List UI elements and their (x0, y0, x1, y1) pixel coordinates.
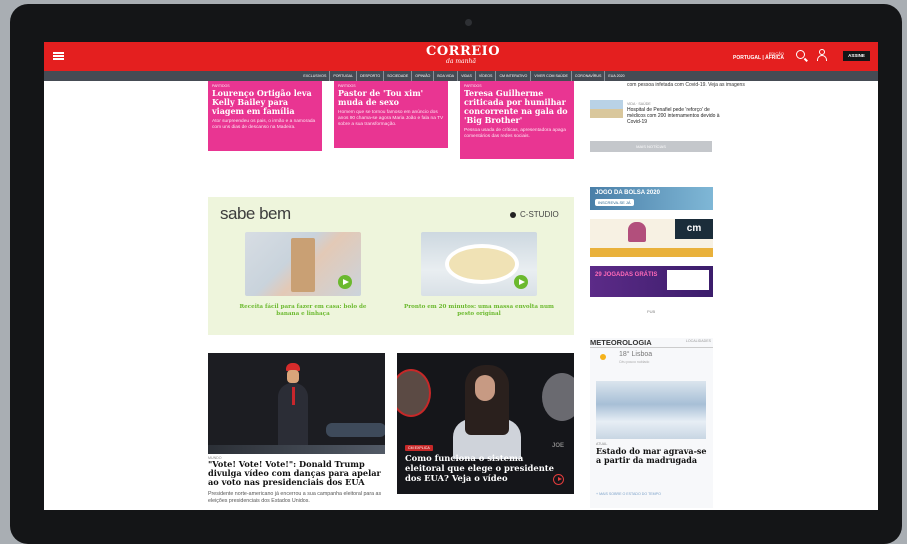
edition-value: PORTUGAL | ÁFRICA (733, 55, 785, 61)
card-kicker: PARTIDOS (212, 84, 230, 88)
ad-box (667, 270, 709, 290)
news-lead: Presidente norte-americano já encerrou a… (208, 491, 382, 504)
pasta-bowl (449, 248, 515, 280)
nav-item[interactable]: VIVER COM SAÚDE (531, 71, 572, 81)
sabe-bem-logo[interactable]: sabe bem (220, 204, 291, 224)
weather-image[interactable] (596, 381, 706, 439)
edition-selector[interactable]: EDIÇÃO PORTUGAL | ÁFRICA (733, 51, 784, 61)
nav-item[interactable]: VIDAS (458, 71, 476, 81)
pink-card-2[interactable]: PARTIDOS Pastor de 'Tou xim' muda de sex… (334, 81, 448, 148)
sabe-bem-block: sabe bem C-STUDIO Receita fácil para faz… (208, 197, 574, 335)
browser-screen: CORREIO da manhã EDIÇÃO PORTUGAL | ÁFRIC… (44, 42, 878, 510)
nav-item[interactable]: EUA 2020 (605, 71, 627, 81)
face (287, 370, 299, 383)
site-header: CORREIO da manhã EDIÇÃO PORTUGAL | ÁFRIC… (44, 42, 878, 71)
presenter-face (475, 375, 495, 401)
recipe-caption[interactable]: Pronto em 20 minutos: uma massa envolta … (404, 304, 554, 318)
cm-logo: cm (675, 219, 713, 239)
news-title[interactable]: "Vote! Vote! Vote!": Donald Trump divulg… (208, 460, 386, 487)
sun-icon (600, 354, 606, 360)
play-icon[interactable] (514, 275, 528, 289)
hamburger-menu-icon[interactable] (53, 52, 64, 60)
candidate-portrait-right (542, 373, 574, 421)
nav-item[interactable]: VÍDEOS (476, 71, 497, 81)
video-news-card[interactable]: JOE CM EXPLICA Como funciona o sistema e… (397, 353, 574, 494)
play-icon[interactable] (338, 275, 352, 289)
nav-item[interactable]: CM INTERATIVO (496, 71, 532, 81)
ad-person (628, 222, 646, 242)
nav-item[interactable]: DESPORTO (357, 71, 385, 81)
weather-condition: Céu pouco nublado (619, 360, 650, 364)
card-title[interactable]: Lourenço Ortigão leva Kelly Bailey para … (212, 89, 318, 116)
logo-text: CORREIO (426, 44, 501, 59)
ad-band (590, 248, 713, 257)
card-title[interactable]: Teresa Guilherme criticada por humilhar … (464, 89, 570, 125)
plane-shape (326, 423, 385, 437)
ad-cta[interactable]: INSCREVA-SE JÁ (595, 199, 634, 206)
trump-news-image[interactable] (208, 353, 385, 454)
card-kicker: PARTIDOS (464, 84, 482, 88)
candidate-portrait-left (397, 369, 431, 417)
nav-item[interactable]: BOA VIDA (434, 71, 459, 81)
cstudio-label: C-STUDIO (510, 210, 559, 219)
webcam (465, 19, 472, 26)
cstudio-text: C-STUDIO (520, 210, 559, 219)
weather-headline[interactable]: Estado do mar agrava-se a partir da madr… (596, 447, 710, 465)
overlay-text: JOE (552, 443, 565, 449)
card-lead: Homem que se tornou famoso em anúncio do… (338, 110, 444, 127)
weather-widget: METEOROLOGIA LOCALIDADES 18° Lisboa Céu … (590, 338, 713, 508)
nav-item[interactable]: EXCLUSIVOS (300, 71, 331, 81)
nav-item[interactable]: SOCIEDADE (384, 71, 413, 81)
ad-tag: PUB (647, 309, 656, 314)
weather-temperature: 18° Lisboa (619, 351, 653, 358)
card-kicker: PARTIDOS (338, 84, 356, 88)
pink-card-1[interactable]: PARTIDOS Lourenço Ortigão leva Kelly Bai… (208, 81, 322, 151)
nav-item[interactable]: CORONAVÍRUS (572, 71, 606, 81)
more-news-button[interactable]: MAIS NOTÍCIAS (590, 141, 712, 152)
card-title[interactable]: Pastor de 'Tou xim' muda de sexo (338, 89, 444, 107)
cstudio-logo-icon (510, 211, 516, 218)
divider (590, 347, 713, 348)
ad-jogo-da-bolsa[interactable]: JOGO DA BOLSA 2020 INSCREVA-SE JÁ (590, 187, 713, 210)
video-badge: CM EXPLICA (405, 445, 433, 451)
user-icon[interactable] (817, 49, 827, 61)
video-play-icon[interactable] (553, 474, 564, 485)
ad-title: 29 JOGADAS GRÁTIS (595, 272, 658, 278)
search-icon[interactable] (796, 50, 805, 59)
pink-card-3[interactable]: PARTIDOS Teresa Guilherme criticada por … (460, 81, 574, 159)
sidebar-news-text[interactable]: com pessoa infetada com Covid-19. Veja a… (627, 82, 747, 88)
sidebar-news-item[interactable]: VIDA · SAÚDE Hospital de Penafiel pede '… (627, 101, 727, 125)
logo-subtitle: da manhã (446, 58, 476, 65)
ad-jogadas-gratis[interactable]: 29 JOGADAS GRÁTIS (590, 266, 713, 297)
recipe-caption[interactable]: Receita fácil para fazer em casa: bolo d… (228, 304, 378, 318)
weather-title: METEOROLOGIA (590, 338, 652, 347)
nav-item[interactable]: PORTUGAL (330, 71, 358, 81)
weather-locations-link[interactable]: LOCALIDADES (686, 339, 711, 343)
card-lead: Pessoa usada de críticas, apresentadora … (464, 128, 566, 139)
ad-cm-banner[interactable]: cm (590, 219, 713, 257)
nav-items: EXCLUSIVOS PORTUGAL DESPORTO SOCIEDADE OPINI… (244, 71, 684, 81)
tie (292, 387, 295, 405)
video-title[interactable]: Como funciona o sistema eleitoral que el… (405, 453, 555, 483)
main-nav: EXCLUSIVOS PORTUGAL DESPORTO SOCIEDADE OPINI… (44, 71, 878, 81)
subscribe-button[interactable]: ASSINE (843, 51, 870, 61)
card-lead: Ator surpreendeu os pais, o irmão e a na… (212, 119, 316, 130)
ground-light (208, 445, 385, 454)
nav-item[interactable]: OPINIÃO (412, 71, 435, 81)
site-logo[interactable]: CORREIO da manhã (426, 44, 501, 65)
sidebar-news-thumbnail[interactable] (590, 100, 623, 118)
bread-shape (291, 238, 315, 292)
sidebar-news-title[interactable]: Hospital de Penafiel pede 'reforço' de m… (627, 107, 727, 125)
ad-title: JOGO DA BOLSA 2020 (595, 190, 660, 196)
weather-more-link[interactable]: + MAIS SOBRE O ESTADO DO TEMPO (596, 492, 661, 496)
